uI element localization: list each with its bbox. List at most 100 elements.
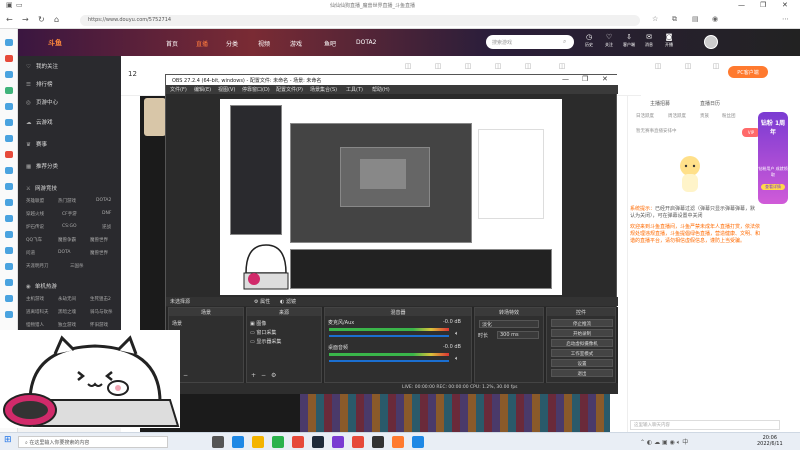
sidebar-link[interactable]: 逃离塔科夫: [26, 309, 49, 315]
wechat-icon[interactable]: [272, 436, 284, 448]
virtual-camera-button[interactable]: 启动虚拟摄像机: [551, 339, 613, 347]
vtab-icon[interactable]: [5, 263, 13, 270]
obs-icon[interactable]: [372, 436, 384, 448]
stop-stream-button[interactable]: 停止推流: [551, 319, 613, 327]
tab-noble[interactable]: 贵族: [700, 113, 709, 119]
gift-icon[interactable]: ◫: [518, 62, 538, 70]
sidebar-link[interactable]: 逆战: [102, 224, 111, 230]
follow-button[interactable]: ♡ 关注: [600, 33, 618, 48]
obs-menu-help[interactable]: 帮助(H): [372, 86, 390, 93]
obs-menu-file[interactable]: 文件(F): [170, 86, 187, 93]
nav-yuba[interactable]: 鱼吧: [324, 39, 336, 48]
gift-icon[interactable]: ◫: [458, 62, 478, 70]
message-button[interactable]: ✉ 消息: [640, 33, 658, 48]
sidebar-link[interactable]: 穿越火线: [26, 211, 44, 217]
favorite-icon[interactable]: ☆: [652, 15, 658, 23]
tab-calendar[interactable]: 直播日历: [700, 100, 720, 107]
add-icon[interactable]: +: [251, 372, 256, 379]
sidebar-link[interactable]: CF手游: [62, 211, 77, 217]
gift-icon[interactable]: ◫: [488, 62, 508, 70]
volume-slider[interactable]: [329, 335, 449, 337]
nav-game[interactable]: 游戏: [290, 39, 302, 48]
speaker-icon[interactable]: 🔈︎: [455, 355, 459, 363]
vtab-icon[interactable]: [5, 71, 13, 78]
vtab-icon[interactable]: [5, 199, 13, 206]
obs-menu-profile[interactable]: 配置文件(P): [276, 86, 303, 93]
search-icon[interactable]: ⌕: [563, 38, 566, 46]
sidebar-item-category[interactable]: ▦ 推荐分类: [26, 162, 58, 170]
obs-preview[interactable]: [220, 99, 562, 295]
sidebar-item-match[interactable]: ♛ 赛事: [26, 140, 47, 148]
vtab-icon[interactable]: [5, 183, 13, 190]
forward-icon[interactable]: →: [22, 15, 29, 24]
exit-button[interactable]: 退出: [551, 369, 613, 377]
source-item[interactable]: ▣ 图像: [250, 320, 266, 327]
nav-category[interactable]: 分类: [226, 39, 238, 48]
anniversary-badge[interactable]: 钻粉 1周年 钻粉用户 成就领取 查看详情: [758, 112, 788, 204]
sidebar-link[interactable]: DNF: [102, 211, 111, 216]
app-icon[interactable]: [292, 436, 304, 448]
taskbar-search-input[interactable]: ⌕ 在这里输入你要搜索的内容: [18, 436, 168, 448]
taskbar-clock[interactable]: 20:06 2022/6/11: [757, 435, 783, 447]
obs-minimize-button[interactable]: —: [562, 75, 569, 83]
steam-icon[interactable]: [312, 436, 324, 448]
tab-fans[interactable]: 粉丝团: [722, 113, 736, 119]
sidebar-link[interactable]: 魔兽世界: [90, 237, 108, 243]
obs-menu-view[interactable]: 视图(V): [218, 86, 235, 93]
sidebar-link[interactable]: 炉石传说: [26, 224, 44, 230]
tab-icon[interactable]: ▭: [16, 1, 23, 9]
vtab-icon[interactable]: [5, 215, 13, 222]
app-menu-icon[interactable]: ▣: [6, 1, 13, 9]
sidebar-item-follow[interactable]: ♡ 我的关注: [26, 62, 58, 70]
obs-maximize-button[interactable]: ❐: [582, 75, 588, 83]
sidebar-link[interactable]: QQ飞车: [26, 237, 42, 243]
vtab-icon[interactable]: [5, 39, 13, 46]
gift-icon[interactable]: ◫: [706, 62, 726, 70]
vtab-icon[interactable]: [5, 87, 13, 94]
more-icon[interactable]: ⋯: [782, 15, 789, 23]
close-button[interactable]: ✕: [782, 1, 788, 9]
tab-weekly[interactable]: 周活跃度: [668, 113, 686, 119]
sidebar-link[interactable]: 永劫无间: [58, 296, 76, 302]
sidebar-link[interactable]: DOTA: [58, 250, 71, 255]
app-icon[interactable]: [352, 436, 364, 448]
obs-menu-scenecollection[interactable]: 场景集合(S): [310, 86, 337, 93]
sidebar-link[interactable]: 三国杀: [70, 263, 84, 269]
volume-slider[interactable]: [329, 360, 449, 362]
start-live-button[interactable]: ◙ 开播: [660, 33, 678, 48]
pc-client-button[interactable]: PC客户端: [728, 66, 768, 78]
url-input[interactable]: https://www.douyu.com/5752714: [80, 15, 640, 26]
obs-menu-tools[interactable]: 工具(T): [346, 86, 363, 93]
history-button[interactable]: ◷ 历史: [580, 33, 598, 48]
transition-select[interactable]: 淡化: [479, 320, 539, 328]
sidebar-item-cloudgame[interactable]: ☁ 云游戏: [26, 118, 53, 126]
back-icon[interactable]: ←: [6, 15, 13, 24]
profile-icon[interactable]: ◉: [712, 15, 718, 23]
gift-icon[interactable]: ◫: [552, 62, 572, 70]
sidebar-link[interactable]: 独立游戏: [58, 322, 76, 328]
vtab-icon[interactable]: [5, 295, 13, 302]
sidebar-link[interactable]: 主机游戏: [26, 296, 44, 302]
settings-button[interactable]: 设置: [551, 359, 613, 367]
user-avatar[interactable]: [704, 35, 718, 49]
task-view-icon[interactable]: [212, 436, 224, 448]
sidebar-item-rank[interactable]: ☰ 排行榜: [26, 80, 53, 88]
vtab-icon[interactable]: [5, 231, 13, 238]
sidebar-link[interactable]: 天涯明月刀: [26, 263, 49, 269]
vtab-icon[interactable]: [5, 151, 13, 158]
studio-mode-button[interactable]: 工作室模式: [551, 349, 613, 357]
filters-button[interactable]: ◐ 滤镜: [280, 298, 296, 305]
gift-icon[interactable]: ◫: [648, 62, 668, 70]
obs-close-button[interactable]: ✕: [602, 75, 608, 83]
gift-icon[interactable]: ◫: [678, 62, 698, 70]
obs-menu-edit[interactable]: 编辑(E): [194, 86, 211, 93]
minimize-button[interactable]: —: [738, 1, 745, 9]
nav-live[interactable]: 直播: [196, 39, 208, 48]
tray-icons[interactable]: ⌃ ◐ ☁ ▣ ◉ 🔈︎ 中: [640, 437, 688, 447]
home-icon[interactable]: ⌂: [54, 15, 59, 24]
douyu-icon[interactable]: [392, 436, 404, 448]
scene-item[interactable]: 场景: [172, 320, 182, 327]
sidebar-link[interactable]: 黑暗之魂: [58, 309, 76, 315]
vtab-icon[interactable]: [5, 119, 13, 126]
tab-daily[interactable]: 日活跃度: [636, 113, 654, 119]
